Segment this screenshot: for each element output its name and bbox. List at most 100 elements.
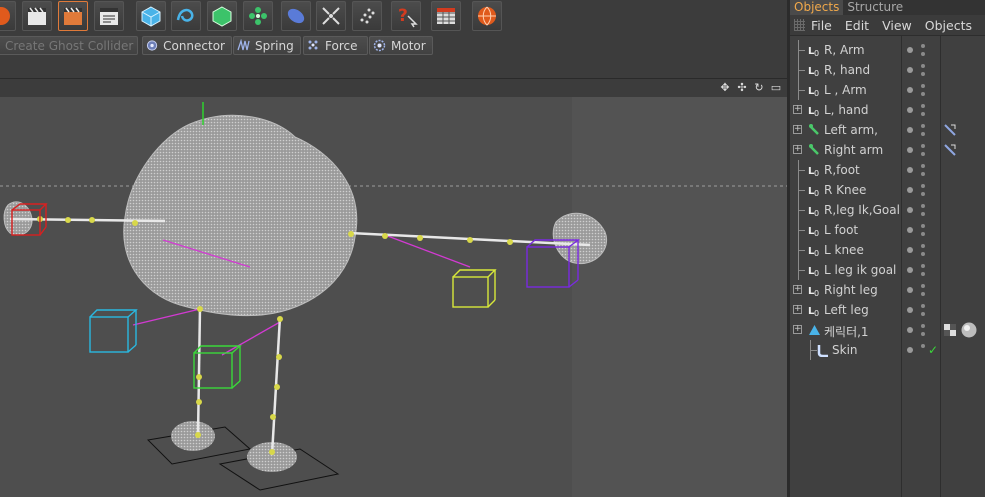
- editor-visibility-dot[interactable]: [907, 147, 913, 153]
- menu-objects[interactable]: Objects: [925, 18, 972, 33]
- sphere-orange-button[interactable]: [0, 1, 16, 31]
- viewport-scene[interactable]: [0, 97, 787, 497]
- render-visibility-dot[interactable]: [921, 192, 925, 196]
- render-visibility-dot[interactable]: [921, 212, 925, 216]
- expand-toggle-icon[interactable]: +: [793, 125, 802, 134]
- object-row[interactable]: + L 0 L, hand: [790, 100, 985, 120]
- right-hand-mesh[interactable]: [552, 212, 608, 265]
- render-visibility-dot[interactable]: [921, 84, 925, 88]
- right-foot-mesh[interactable]: [171, 421, 215, 451]
- editor-visibility-dot[interactable]: [907, 267, 913, 273]
- editor-visibility-dot[interactable]: [907, 87, 913, 93]
- render-visibility-dot[interactable]: [921, 52, 925, 56]
- rotate-icon[interactable]: ↻: [752, 81, 766, 95]
- editor-visibility-dot[interactable]: [907, 247, 913, 253]
- zoom-icon[interactable]: ✣: [735, 81, 749, 95]
- clapper-button[interactable]: [22, 1, 52, 31]
- checkmark-icon[interactable]: ✓: [928, 343, 942, 357]
- nurbs-button[interactable]: [207, 1, 237, 31]
- editor-visibility-dot[interactable]: [907, 227, 913, 233]
- menu-file[interactable]: File: [811, 18, 832, 33]
- spring-button[interactable]: Spring: [233, 36, 301, 55]
- expand-toggle-icon[interactable]: +: [793, 285, 802, 294]
- object-row[interactable]: Skin ✓: [790, 340, 985, 360]
- clapper-settings-button[interactable]: [94, 1, 124, 31]
- spline-button[interactable]: [171, 1, 201, 31]
- object-row[interactable]: L0L foot: [790, 220, 985, 240]
- spreadsheet-button[interactable]: [431, 1, 461, 31]
- render-visibility-dot[interactable]: [921, 144, 925, 148]
- expand-toggle-icon[interactable]: +: [793, 325, 802, 334]
- array-button[interactable]: [243, 1, 273, 31]
- ik-tag-icon[interactable]: [943, 143, 957, 157]
- render-visibility-dot[interactable]: [921, 44, 925, 48]
- render-visibility-dot[interactable]: [921, 344, 925, 348]
- render-visibility-dot[interactable]: [921, 304, 925, 308]
- editor-visibility-dot[interactable]: [907, 347, 913, 353]
- render-visibility-dot[interactable]: [921, 164, 925, 168]
- render-visibility-dot[interactable]: [921, 272, 925, 276]
- render-visibility-dot[interactable]: [921, 184, 925, 188]
- checker-tag-icon[interactable]: [943, 323, 957, 337]
- editor-visibility-dot[interactable]: [907, 207, 913, 213]
- object-row[interactable]: + 케릭터,1: [790, 320, 985, 340]
- object-row[interactable]: + L 0 Right leg: [790, 280, 985, 300]
- render-visibility-dot[interactable]: [921, 112, 925, 116]
- render-visibility-dot[interactable]: [921, 172, 925, 176]
- render-visibility-dot[interactable]: [921, 252, 925, 256]
- ik-tag-icon[interactable]: [943, 123, 957, 137]
- editor-visibility-dot[interactable]: [907, 327, 913, 333]
- motor-button[interactable]: Motor: [369, 36, 433, 55]
- render-visibility-dot[interactable]: [921, 232, 925, 236]
- object-row[interactable]: + Left arm,: [790, 120, 985, 140]
- render-visibility-dot[interactable]: [921, 292, 925, 296]
- maximize-icon[interactable]: ▭: [769, 81, 783, 95]
- editor-visibility-dot[interactable]: [907, 167, 913, 173]
- render-visibility-dot[interactable]: [921, 124, 925, 128]
- render-visibility-dot[interactable]: [921, 104, 925, 108]
- camera-button[interactable]: [316, 1, 346, 31]
- render-visibility-dot[interactable]: [921, 284, 925, 288]
- move-icon[interactable]: ✥: [718, 81, 732, 95]
- render-visibility-dot[interactable]: [921, 264, 925, 268]
- editor-visibility-dot[interactable]: [907, 47, 913, 53]
- object-row[interactable]: + Right arm: [790, 140, 985, 160]
- editor-visibility-dot[interactable]: [907, 187, 913, 193]
- render-visibility-dot[interactable]: [921, 244, 925, 248]
- object-row[interactable]: L0R Knee: [790, 180, 985, 200]
- menu-view[interactable]: View: [882, 18, 912, 33]
- create-ghost-collider-button[interactable]: Create Ghost Collider: [0, 36, 138, 55]
- editor-visibility-dot[interactable]: [907, 127, 913, 133]
- globe-button[interactable]: [472, 1, 502, 31]
- expand-toggle-icon[interactable]: +: [793, 145, 802, 154]
- particles-button[interactable]: [352, 1, 382, 31]
- render-visibility-dot[interactable]: [921, 224, 925, 228]
- connector-button[interactable]: Connector: [142, 36, 232, 55]
- material-tag-icon[interactable]: [960, 322, 978, 338]
- tab-objects[interactable]: Objects: [790, 0, 844, 15]
- cube-primitive-button[interactable]: [136, 1, 166, 31]
- object-row[interactable]: L 0 R, hand: [790, 60, 985, 80]
- object-row[interactable]: L0L leg ik goal: [790, 260, 985, 280]
- editor-visibility-dot[interactable]: [907, 287, 913, 293]
- render-visibility-dot[interactable]: [921, 324, 925, 328]
- deformer-button[interactable]: [281, 1, 311, 31]
- object-row[interactable]: L0L knee: [790, 240, 985, 260]
- 3d-viewport[interactable]: ✥ ✣ ↻ ▭: [0, 78, 787, 497]
- render-visibility-dot[interactable]: [921, 152, 925, 156]
- object-row[interactable]: + L 0 Left leg: [790, 300, 985, 320]
- editor-visibility-dot[interactable]: [907, 307, 913, 313]
- render-visibility-dot[interactable]: [921, 332, 925, 336]
- render-visibility-dot[interactable]: [921, 312, 925, 316]
- expand-toggle-icon[interactable]: +: [793, 305, 802, 314]
- render-visibility-dot[interactable]: [921, 92, 925, 96]
- expand-toggle-icon[interactable]: +: [793, 105, 802, 114]
- editor-visibility-dot[interactable]: [907, 67, 913, 73]
- editor-visibility-dot[interactable]: [907, 107, 913, 113]
- object-row[interactable]: L0L , Arm: [790, 80, 985, 100]
- menu-edit[interactable]: Edit: [845, 18, 869, 33]
- render-visibility-dot[interactable]: [921, 204, 925, 208]
- force-button[interactable]: Force: [303, 36, 368, 55]
- character-body-mesh[interactable]: [123, 114, 358, 317]
- render-visibility-dot[interactable]: [921, 72, 925, 76]
